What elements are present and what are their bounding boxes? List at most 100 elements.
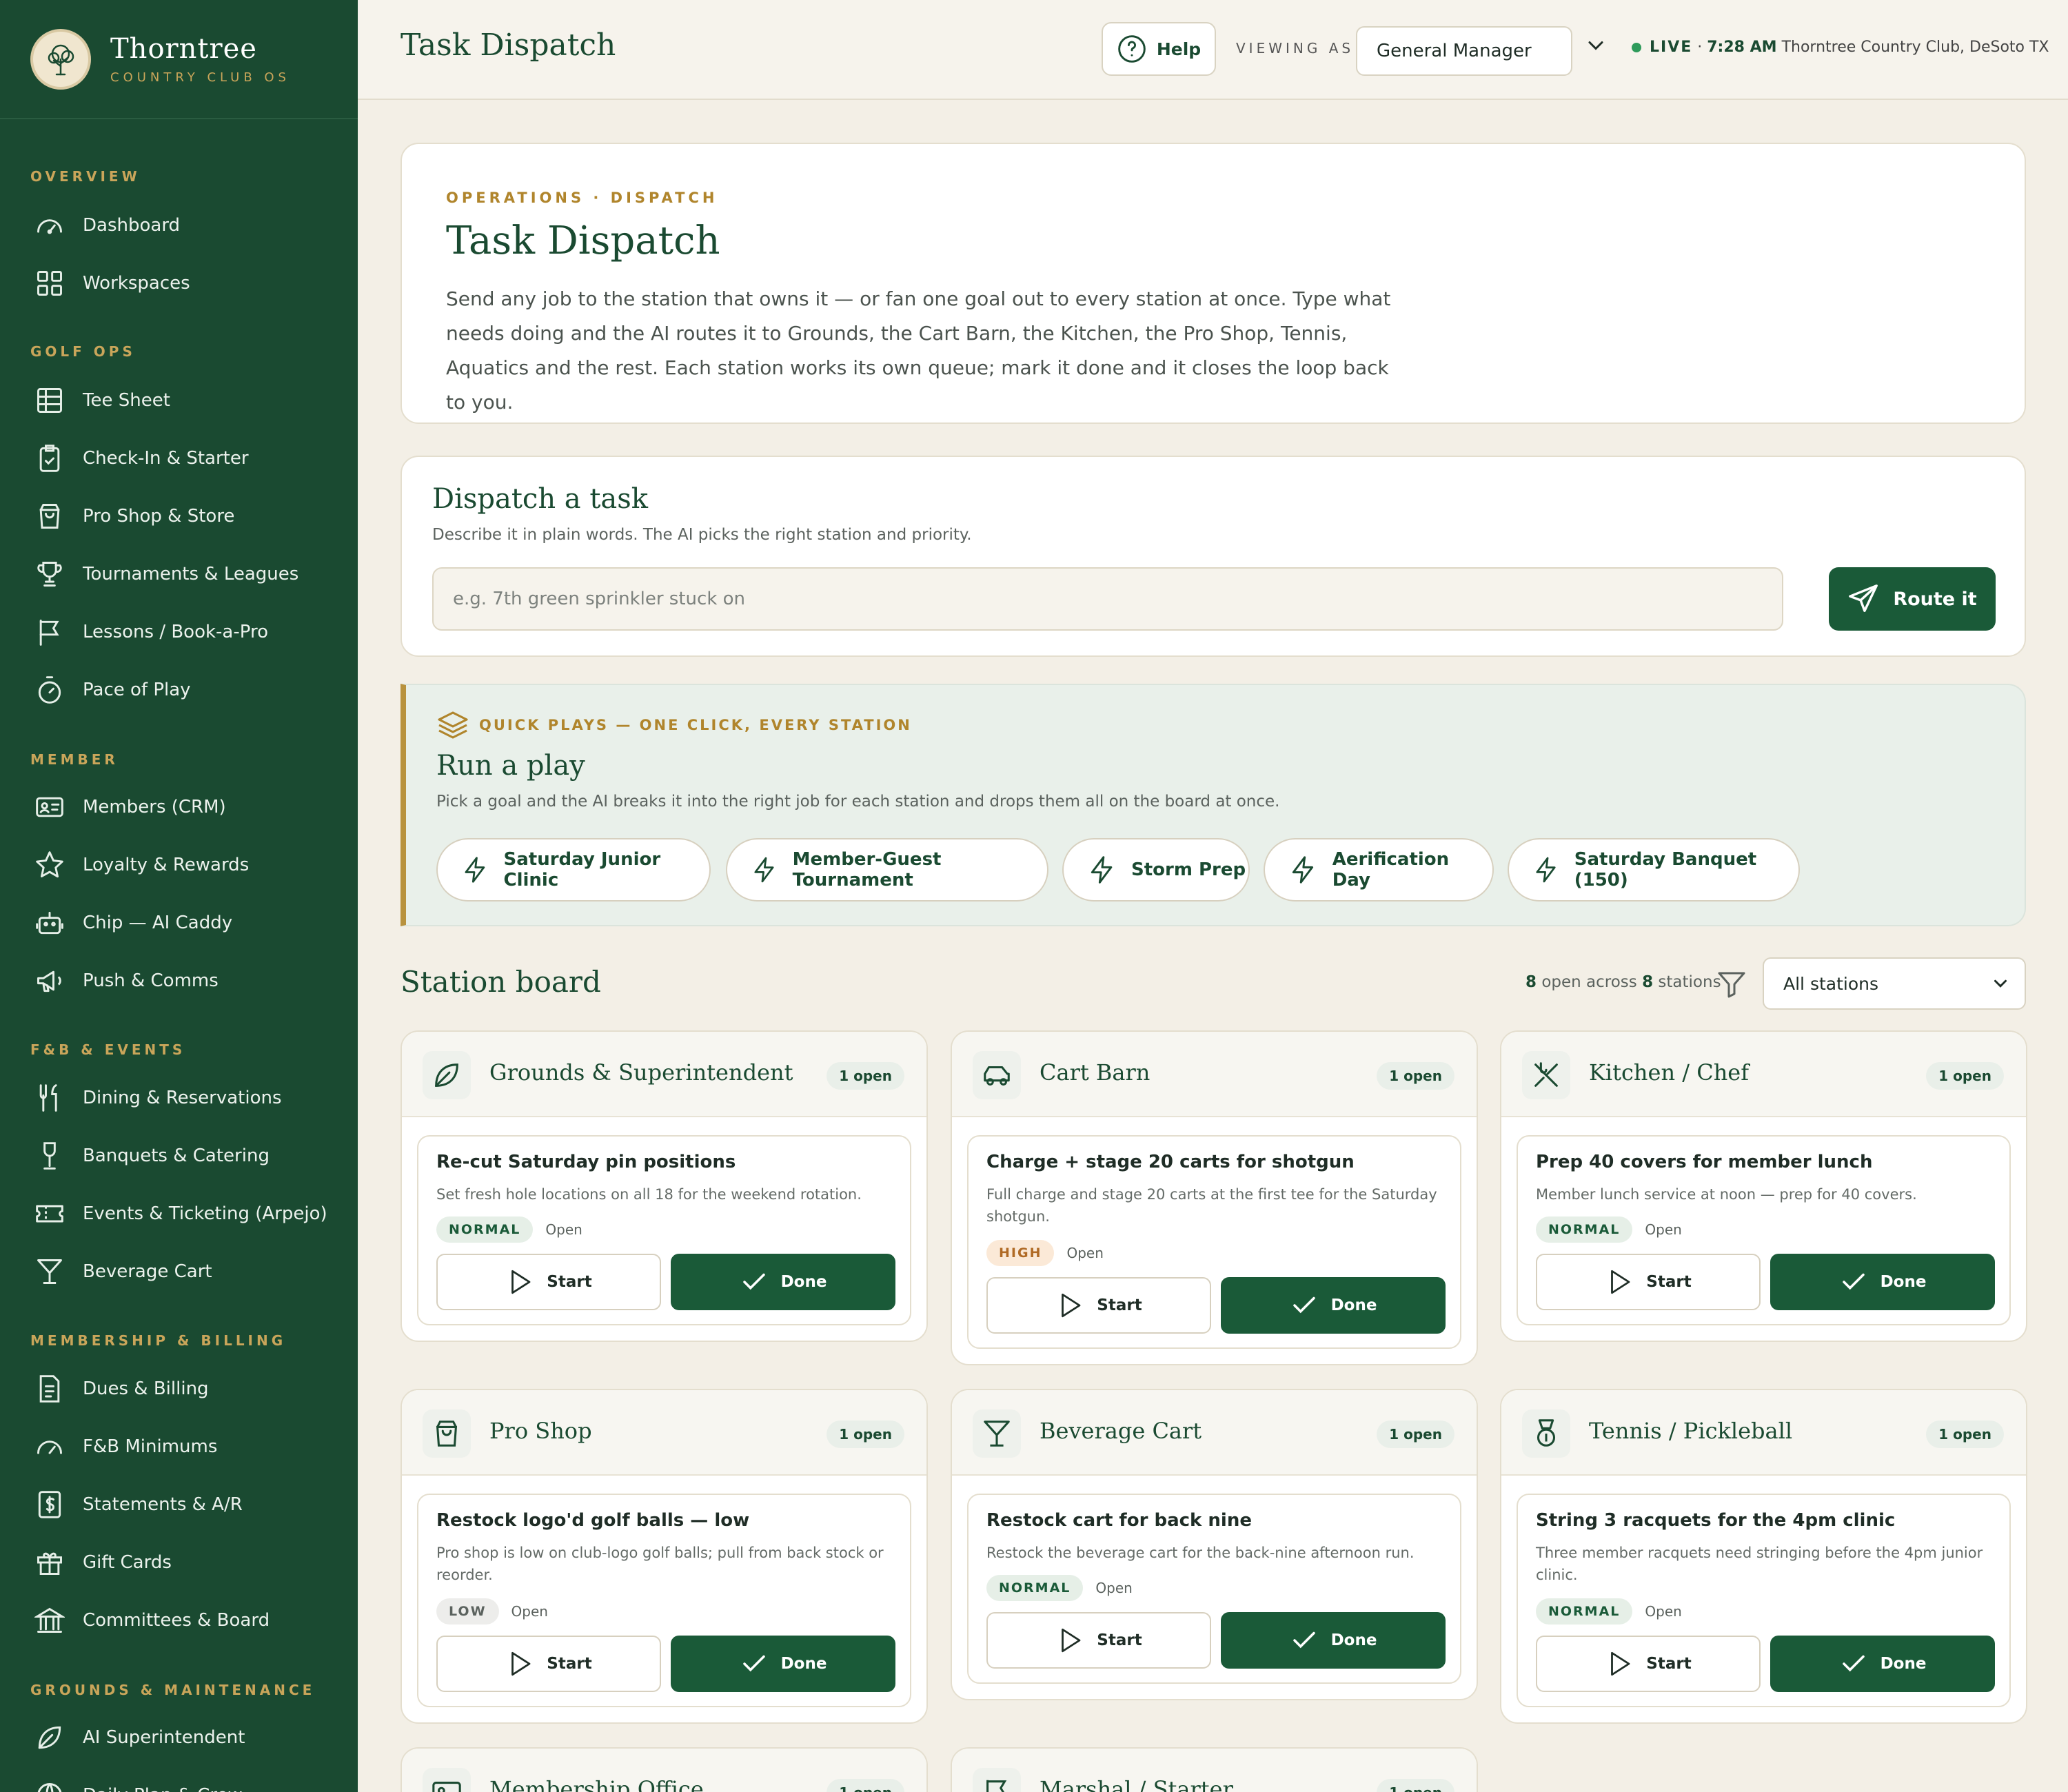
nav-item-ai-superintendent[interactable]: AI Superintendent (0, 1709, 358, 1766)
task-description: Full charge and stage 20 carts at the fi… (986, 1186, 1437, 1225)
nav-section-grounds: GROUNDS & MAINTENANCE (30, 1682, 316, 1698)
role-select[interactable]: General Manager (1356, 26, 1572, 76)
task-card: Prep 40 covers for member lunch Member l… (1517, 1135, 2011, 1325)
chevron-down-icon[interactable] (1583, 33, 1608, 58)
start-button[interactable]: Start (1536, 1254, 1761, 1310)
nav-item-gift-cards[interactable]: Gift Cards (0, 1534, 358, 1591)
medal-icon (1537, 1419, 1556, 1447)
station-name: Beverage Cart (1040, 1418, 1202, 1444)
nav-section-membership-billing: MEMBERSHIP & BILLING (30, 1332, 287, 1349)
task-description: Pro shop is low on club-logo golf balls;… (436, 1545, 884, 1583)
nav-item-daily-plan[interactable]: Daily Plan & Crew (0, 1766, 358, 1792)
nav-item-loyalty[interactable]: Loyalty & Rewards (0, 836, 358, 894)
task-card: Re-cut Saturday pin positions Set fresh … (417, 1135, 911, 1325)
nav-item-label: Loyalty & Rewards (83, 855, 250, 875)
hero-card: OPERATIONS · DISPATCH Task Dispatch Send… (401, 143, 2026, 424)
task-description-input[interactable] (432, 567, 1783, 631)
star-icon (36, 851, 63, 878)
open-count-badge: 1 open (827, 1779, 904, 1792)
nav-item-tournaments[interactable]: Tournaments & Leagues (0, 545, 358, 603)
nav-item-push-comms[interactable]: Push & Comms (0, 952, 358, 1010)
start-button[interactable]: Start (436, 1636, 661, 1692)
done-button[interactable]: Done (1221, 1277, 1446, 1334)
nav-item-tee-sheet[interactable]: Tee Sheet (0, 371, 358, 429)
play-saturday-banquet[interactable]: Saturday Banquet (150) (1508, 838, 1800, 902)
hero-title: Task Dispatch (446, 218, 720, 263)
start-button[interactable]: Start (986, 1612, 1211, 1669)
done-button[interactable]: Done (671, 1636, 895, 1692)
leaf-icon (38, 1726, 61, 1749)
priority-badge: LOW (436, 1598, 499, 1625)
brand[interactable]: Thorntree COUNTRY CLUB OS (0, 0, 358, 119)
nav-item-label: Dues & Billing (83, 1378, 209, 1399)
start-button[interactable]: Start (1536, 1636, 1761, 1692)
nav-item-dues-billing[interactable]: Dues & Billing (0, 1360, 358, 1418)
gift-icon (37, 1552, 62, 1575)
bank-icon (34, 1607, 65, 1633)
gauge-icon (37, 219, 62, 234)
utensils-icon (39, 1084, 57, 1112)
task-card: Restock logo'd golf balls — low Pro shop… (417, 1494, 911, 1707)
done-button[interactable]: Done (1770, 1254, 1995, 1310)
open-count-badge: 1 open (1926, 1421, 2004, 1448)
nav-item-events-ticketing[interactable]: Events & Ticketing (Arpejo) (0, 1185, 358, 1243)
gauge-icon (37, 1440, 62, 1454)
dispatch-subtitle: Describe it in plain words. The AI picks… (432, 526, 972, 544)
task-title: Prep 40 covers for member lunch (1536, 1152, 1873, 1172)
golf-cart-icon (984, 1066, 1010, 1086)
nav-item-label: Daily Plan & Crew (83, 1785, 243, 1792)
play-storm-prep[interactable]: Storm Prep (1062, 838, 1250, 902)
nav-item-dashboard[interactable]: Dashboard (0, 196, 358, 254)
start-button[interactable]: Start (986, 1277, 1211, 1334)
play-aerification-day[interactable]: Aerification Day (1264, 838, 1494, 902)
help-button[interactable]: Help (1102, 22, 1216, 76)
lightning-icon (754, 857, 774, 883)
check-icon (1842, 1273, 1865, 1290)
nav-item-dining[interactable]: Dining & Reservations (0, 1069, 358, 1127)
nav-item-chip-ai-caddy[interactable]: Chip — AI Caddy (0, 894, 358, 952)
nav-item-lessons[interactable]: Lessons / Book-a-Pro (0, 603, 358, 661)
route-it-button[interactable]: Route it (1829, 567, 1996, 631)
station-filter-value: All stations (1783, 973, 1879, 994)
priority-badge: NORMAL (436, 1216, 534, 1243)
help-circle-icon (1118, 35, 1146, 63)
table-icon (37, 388, 62, 413)
nav-item-statements[interactable]: Statements & A/R (0, 1476, 358, 1534)
board-count: 8 open across 8 stations (1525, 973, 1721, 991)
nav-item-label: Tournaments & Leagues (83, 564, 299, 584)
play-member-guest-tournament[interactable]: Member-Guest Tournament (726, 838, 1048, 902)
task-card: Restock cart for back nine Restock the b… (967, 1494, 1461, 1684)
nav-section-overview: OVERVIEW (30, 168, 141, 185)
nav-item-label: Events & Ticketing (Arpejo) (83, 1203, 327, 1224)
check-icon (742, 1273, 765, 1290)
nav-item-check-in[interactable]: Check-In & Starter (0, 429, 358, 487)
nav-item-pace-of-play[interactable]: Pace of Play (0, 661, 358, 719)
station-cart-barn: Cart Barn 1 open Charge + stage 20 carts… (951, 1030, 1478, 1365)
lightning-icon (1536, 857, 1556, 883)
done-button[interactable]: Done (1770, 1636, 1995, 1692)
nav-item-label: Pace of Play (83, 680, 191, 700)
play-saturday-junior-clinic[interactable]: Saturday Junior Clinic (436, 838, 711, 902)
priority-badge: HIGH (986, 1240, 1055, 1266)
quick-plays-eyebrow-label: QUICK PLAYS — ONE CLICK, EVERY STATION (479, 717, 912, 733)
station-name: Kitchen / Chef (1589, 1059, 1750, 1086)
quick-plays-subtitle: Pick a goal and the AI breaks it into th… (436, 793, 1280, 811)
play-icon (1062, 1293, 1081, 1318)
nav-item-workspaces[interactable]: Workspaces (0, 254, 358, 312)
help-label: Help (1156, 39, 1202, 59)
nav-item-banquets[interactable]: Banquets & Catering (0, 1127, 358, 1185)
nav-item-committees[interactable]: Committees & Board (0, 1591, 358, 1649)
nav-item-pro-shop-store[interactable]: Pro Shop & Store (0, 487, 358, 545)
live-time: 7:28 AM (1707, 39, 1777, 56)
nav-item-fb-minimums[interactable]: F&B Minimums (0, 1418, 358, 1476)
start-button[interactable]: Start (436, 1254, 661, 1310)
nav-item-beverage-cart[interactable]: Beverage Cart (0, 1243, 358, 1301)
done-button[interactable]: Done (671, 1254, 895, 1310)
station-name: Tennis / Pickleball (1589, 1418, 1793, 1444)
open-count: 8 (1525, 973, 1537, 991)
station-name: Pro Shop (489, 1418, 592, 1444)
done-button[interactable]: Done (1221, 1612, 1446, 1669)
nav-item-members-crm[interactable]: Members (CRM) (0, 778, 358, 836)
station-filter-select[interactable]: All stations (1763, 957, 2026, 1010)
station-kitchen: Kitchen / Chef 1 open Prep 40 covers for… (1500, 1030, 2027, 1342)
